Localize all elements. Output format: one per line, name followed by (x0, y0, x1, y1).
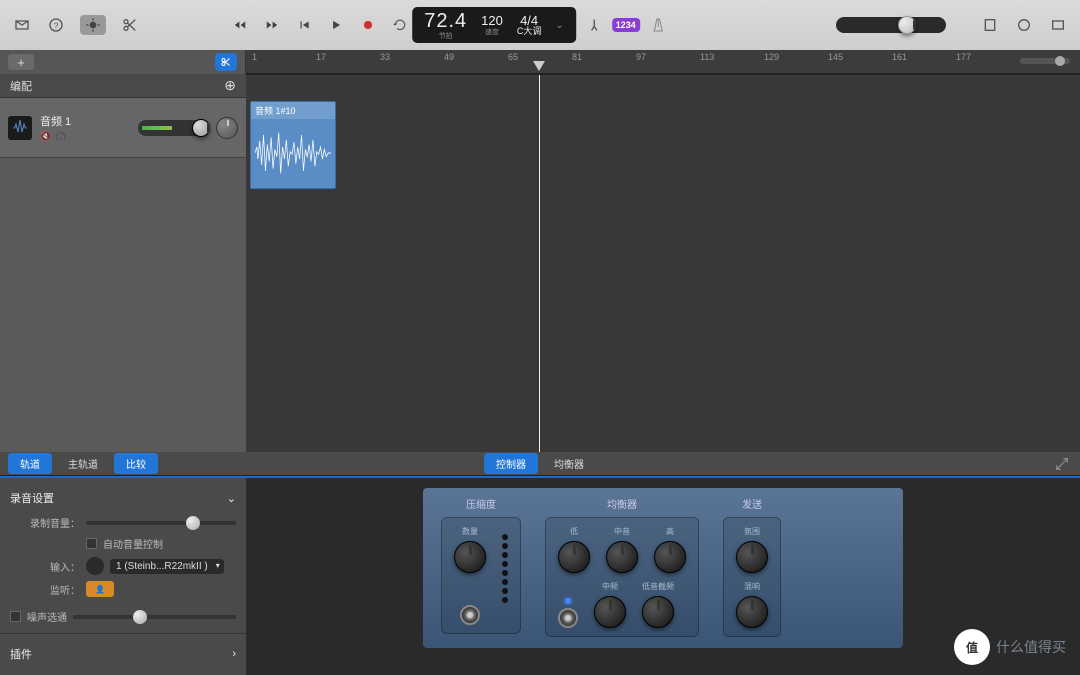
rewind-button[interactable] (230, 15, 250, 35)
record-button[interactable] (358, 15, 378, 35)
play-button[interactable] (326, 15, 346, 35)
scissors-icon[interactable] (120, 15, 140, 35)
top-toolbar: ? 72.4节拍 120速度 4/4C大调 ⌄ 1234 (0, 0, 1080, 50)
recording-settings-title: 录音设置 (10, 490, 54, 506)
add-arrange-button[interactable]: ⊕ (224, 77, 236, 94)
inspector-panel: 录音设置 ⌄ 录制音量： 自动音量控制 输入： 1 (Steinb...R22m… (0, 478, 246, 675)
eq-led (565, 598, 571, 604)
compressor-amount-knob[interactable] (454, 541, 486, 573)
track-name: 音频 1 (40, 113, 130, 129)
tab-master[interactable]: 主轨道 (56, 453, 110, 474)
solo-icon[interactable]: 🎧 (55, 131, 66, 142)
track-header[interactable]: 音频 1 🔇 🎧 (0, 98, 246, 158)
go-to-start-button[interactable] (294, 15, 314, 35)
forward-button[interactable] (262, 15, 282, 35)
waveform (251, 119, 335, 187)
tab-controls[interactable]: 控制器 (484, 453, 538, 474)
lcd-position[interactable]: 72.4 (424, 11, 467, 31)
rec-volume-label: 录制音量： (10, 515, 80, 530)
track-header-panel: 编配 ⊕ 音频 1 🔇 🎧 (0, 74, 246, 452)
eq-lowcut-knob[interactable] (642, 596, 674, 628)
tab-track[interactable]: 轨道 (8, 453, 52, 474)
svg-text:?: ? (54, 20, 59, 30)
input-label: 输入： (10, 559, 80, 574)
send-ambience-knob[interactable] (736, 541, 768, 573)
timeline-ruler[interactable]: 1 17 33 49 65 81 97 113 129 145 161 177 (246, 50, 1080, 74)
master-volume-slider[interactable] (836, 17, 946, 33)
lcd-dropdown-icon[interactable]: ⌄ (555, 20, 563, 31)
noise-gate-checkbox[interactable] (10, 611, 21, 622)
loop-browser-icon[interactable] (1014, 15, 1034, 35)
arrange-label: 编配 (10, 78, 32, 94)
expand-icon[interactable] (1052, 454, 1072, 474)
playhead[interactable] (539, 75, 540, 452)
cycle-button[interactable] (390, 15, 410, 35)
monitor-label: 监听： (10, 582, 80, 597)
eq-midfreq-knob[interactable] (594, 596, 626, 628)
disclosure-icon[interactable]: › (232, 648, 236, 660)
eq-mid-knob[interactable] (606, 541, 638, 573)
eq-high-knob[interactable] (654, 541, 686, 573)
noise-gate-slider[interactable] (73, 615, 236, 619)
audio-region[interactable]: 音频 1#10 (250, 101, 336, 189)
input-mode-button[interactable] (86, 557, 104, 575)
input-dropdown[interactable]: 1 (Steinb...R22mkII ) (110, 559, 224, 574)
eq-jack[interactable] (558, 608, 578, 628)
compressor-meter (502, 526, 508, 625)
display-settings-icon[interactable] (80, 15, 106, 35)
help-icon[interactable]: ? (46, 15, 66, 35)
scissors-tool-button[interactable] (215, 53, 237, 71)
rec-volume-slider[interactable] (86, 521, 236, 525)
disclosure-icon[interactable]: ⌄ (227, 492, 236, 505)
lcd-display: 72.4节拍 120速度 4/4C大调 ⌄ (412, 7, 576, 43)
noise-gate-label: 噪声选通 (27, 609, 67, 624)
plugins-label: 插件 (10, 646, 32, 662)
tab-eq[interactable]: 均衡器 (542, 453, 596, 474)
library-icon[interactable] (12, 15, 32, 35)
monitor-button[interactable]: 👤 (86, 581, 114, 597)
auto-level-label: 自动音量控制 (103, 536, 163, 551)
zoom-slider[interactable] (1020, 58, 1070, 64)
arrange-area[interactable]: 音频 1#10 (246, 74, 1080, 452)
add-track-button[interactable]: + (8, 54, 34, 70)
eq-low-knob[interactable] (558, 541, 590, 573)
metronome-icon[interactable] (648, 15, 668, 35)
track-pan-knob[interactable] (216, 117, 238, 139)
tab-compare[interactable]: 比较 (114, 453, 158, 474)
countin-badge[interactable]: 1234 (612, 18, 640, 32)
inspector-tab-bar: 轨道 主轨道 比较 控制器 均衡器 (0, 452, 1080, 476)
notepad-icon[interactable] (980, 15, 1000, 35)
tuner-icon[interactable] (584, 15, 604, 35)
send-title: 发送 (742, 496, 762, 511)
track-volume-slider[interactable] (138, 120, 208, 136)
mute-icon[interactable]: 🔇 (40, 131, 51, 142)
eq-title: 均衡器 (607, 496, 637, 511)
media-browser-icon[interactable] (1048, 15, 1068, 35)
lcd-key[interactable]: C大调 (517, 27, 542, 36)
audio-track-icon (8, 116, 32, 140)
input-jack[interactable] (460, 605, 480, 625)
region-label: 音频 1#10 (251, 102, 335, 119)
lcd-bpm[interactable]: 120 (481, 14, 503, 27)
smart-controls-plugin: 压缩度 数量 均衡器 (423, 488, 903, 648)
send-reverb-knob[interactable] (736, 596, 768, 628)
auto-level-checkbox[interactable] (86, 538, 97, 549)
compressor-title: 压缩度 (466, 496, 496, 511)
